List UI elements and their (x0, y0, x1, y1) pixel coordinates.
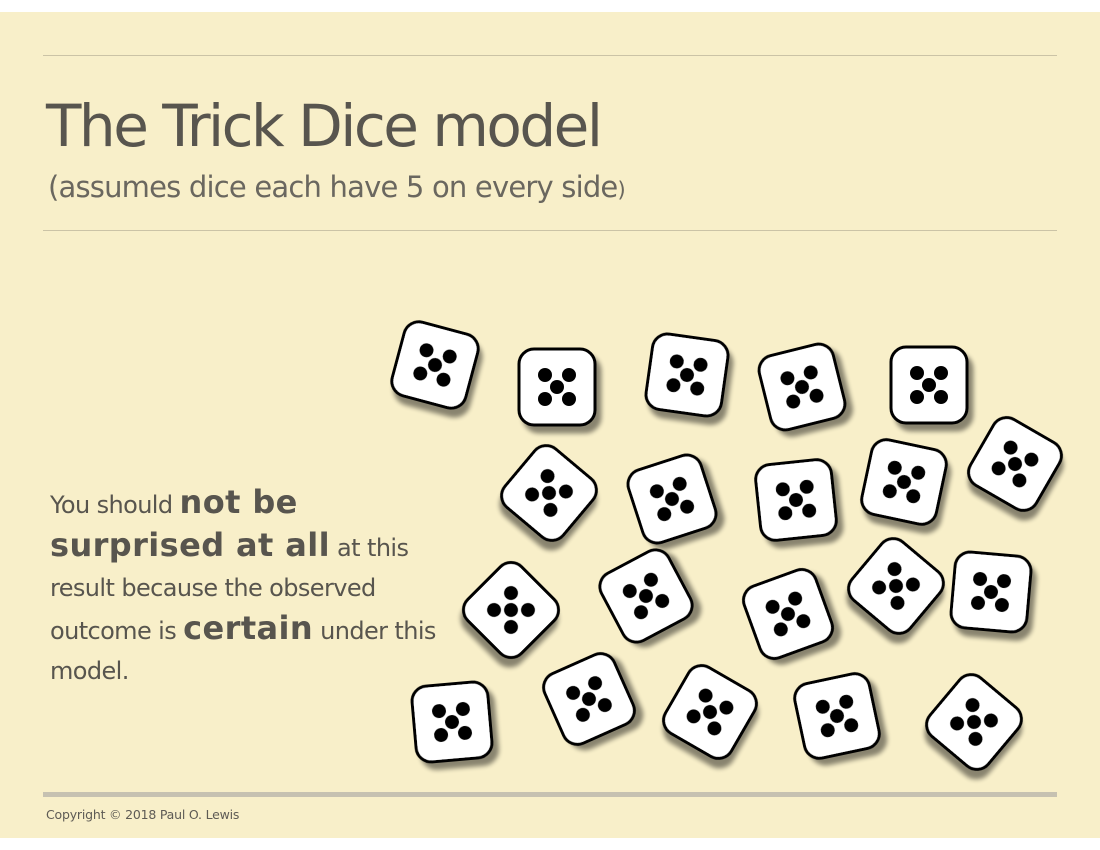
die-18 (662, 664, 758, 760)
die-pip (562, 392, 576, 406)
die-12 (598, 548, 694, 644)
die-pip (910, 366, 924, 380)
die-2 (517, 347, 597, 427)
die-5 (889, 345, 969, 425)
die-15 (949, 550, 1033, 634)
die-16 (410, 680, 494, 764)
die-3 (644, 332, 730, 418)
die-pip (922, 378, 936, 392)
die-pip (538, 368, 552, 382)
die-pip (910, 390, 924, 404)
die-8 (754, 458, 838, 542)
dice-illustration (390, 320, 1063, 771)
die-11 (461, 560, 561, 660)
die-17 (542, 652, 636, 746)
die-1 (390, 320, 480, 410)
die-20 (925, 673, 1023, 771)
die-7 (626, 453, 718, 545)
die-pip (934, 366, 948, 380)
die-10 (967, 416, 1063, 512)
die-6 (500, 444, 598, 542)
die-13 (742, 568, 834, 660)
die-4 (757, 342, 847, 432)
die-9 (860, 438, 948, 526)
die-19 (793, 672, 881, 760)
die-pip (538, 392, 552, 406)
die-pip (562, 368, 576, 382)
die-pip (550, 380, 564, 394)
die-pip (934, 390, 948, 404)
die-14 (847, 537, 945, 635)
